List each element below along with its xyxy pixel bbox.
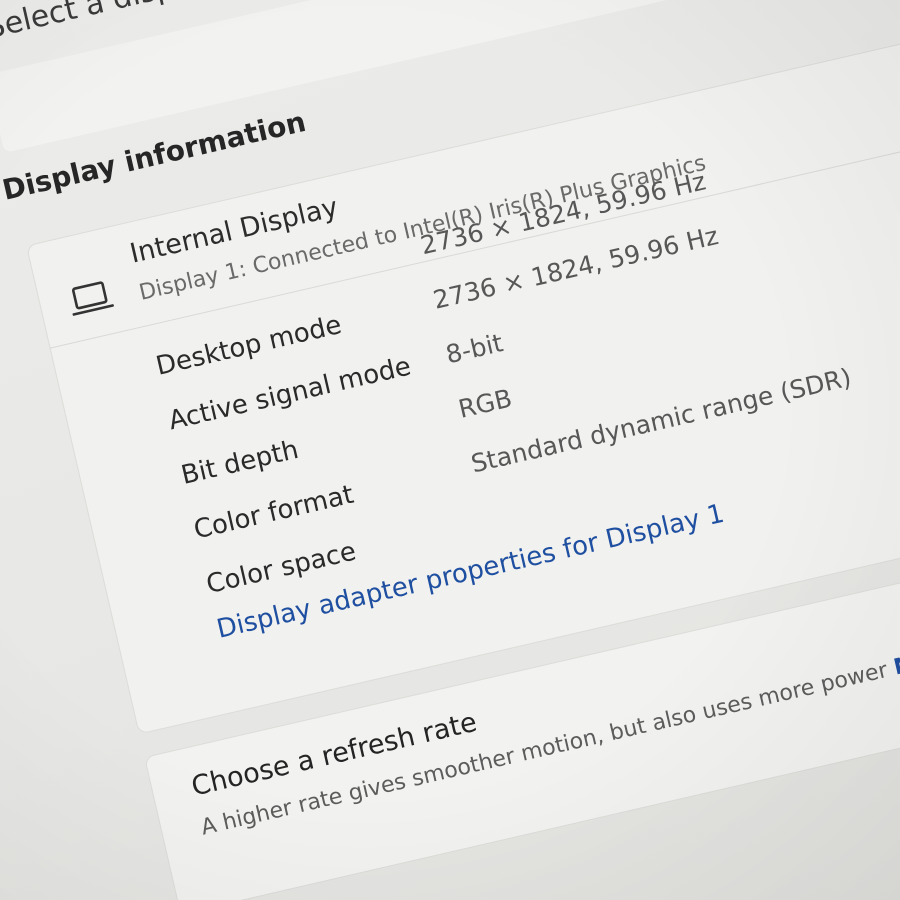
settings-window: Select a display to change its settings … [0,0,900,900]
display-settings-page: Select a display to change its settings … [0,0,900,900]
